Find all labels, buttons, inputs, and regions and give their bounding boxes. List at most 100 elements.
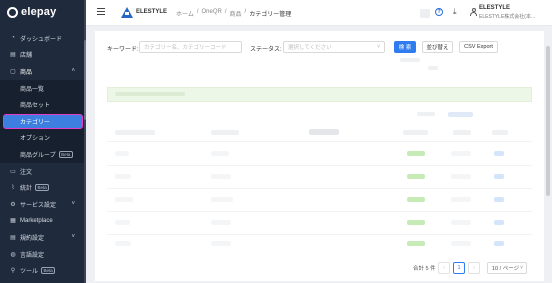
blurred-content [451,241,471,246]
sidebar-item-stats[interactable]: ⌇ 統計 Beta [0,179,84,196]
chevron-down-icon: ˅ [377,44,380,50]
sidebar-item-terms[interactable]: ▤ 規約設定 ˅ [0,229,84,246]
sidebar-item-language[interactable]: ◍ 言語設定 [0,246,84,263]
sidebar-item-label: サービス設定 [20,202,57,209]
user-org: ELESTYLE株式会社(本... [479,14,536,20]
blurred-content [451,220,471,225]
sidebar-item-service-settings[interactable]: ⚙ サービス設定 ˅ [0,196,84,213]
user-icon[interactable] [470,8,477,16]
blurred-content [451,174,471,179]
row-divider [107,141,532,142]
keyword-input[interactable]: カテゴリー名、カテゴリーコード [139,41,242,53]
sidebar-item-label: 規約設定 [20,235,45,242]
row-divider [107,165,532,166]
page-size-select[interactable]: 10 / ページ ˅ [487,262,527,274]
page-scrollbar[interactable] [546,26,550,283]
filter-bar: キーワード: カテゴリー名、カテゴリーコード ステータス: 選択してください ˅… [95,31,544,63]
sidebar-item-label: ダッシュボード [20,36,63,43]
breadcrumb: ホーム / OneQR / 商品 / カテゴリー管理 [176,9,292,18]
breadcrumb-home[interactable]: ホーム [176,9,194,18]
sidebar-item-label: 店舗 [20,53,33,60]
sidebar-item-category[interactable]: カテゴリー [0,112,84,130]
tool-icon: ⚲ [10,268,16,275]
blurred-content [309,129,339,135]
sidebar-item-tools[interactable]: ⚲ ツール Beta [0,262,84,279]
blurred-content [115,197,133,202]
sidebar-item-product-list[interactable]: 商品一覧 [0,79,84,97]
row-divider [107,234,532,235]
chevron-down-icon: ˅ [71,201,75,208]
main-content: キーワード: カテゴリー名、カテゴリーコード ステータス: 選択してください ˅… [95,31,544,281]
sidebar-item-product-set[interactable]: 商品セット [0,96,84,113]
status-label: ステータス: [250,47,282,53]
order-icon: ▭ [10,168,16,175]
blurred-action-pill [494,220,504,225]
sidebar-item-options[interactable]: オプション [0,129,84,147]
blurred-action-pill [494,174,504,179]
sidebar-item-label: ツール [20,269,39,276]
blurred-content [211,151,229,156]
blurred-status-pill [407,151,425,156]
user-name[interactable]: ELESTYLE [479,5,510,11]
sidebar-item-label: Marketplace [20,217,53,224]
blurred-content [115,220,130,225]
blurred-content [211,130,239,135]
org-name: ELESTYLE [136,9,168,15]
blurred-content [400,58,420,62]
sidebar-item-label: 商品一覧 [20,86,45,93]
keyword-label: キーワード: [107,47,139,53]
sidebar-item-product-group[interactable]: 商品グループ Beta [0,146,84,163]
blurred-content [451,151,471,156]
sidebar-item-label: オプション [20,136,51,143]
blurred-content [451,197,471,202]
chevron-down-icon: ˅ [71,234,75,241]
blurred-status-pill [407,241,425,246]
header-placeholder [420,9,430,18]
status-select-placeholder: 選択してください [288,45,332,51]
elepay-logo-icon [7,6,18,18]
sidebar-item-label: 言語設定 [20,252,45,259]
blurred-content [211,241,231,246]
csv-export-button[interactable]: CSV Export [459,41,498,53]
dashboard-icon: ◔ [11,35,15,42]
sidebar-item-dashboard[interactable]: ◔ ダッシュボード [0,30,84,47]
blurred-content [115,92,185,96]
download-icon[interactable]: ⤓ [453,7,457,17]
help-icon[interactable]: ? [435,8,443,16]
brand-logo[interactable]: elepay [7,6,56,18]
sidebar-item-orders[interactable]: ▭ 注文 [0,163,84,180]
pagination-page-1[interactable]: 1 [453,262,465,274]
pagination-total: 合計 5 件 [413,266,436,272]
page-size-value: 10 / ページ [492,266,520,272]
sort-button[interactable]: 並び替え [422,41,453,53]
sidebar-item-marketplace[interactable]: ▦ Marketplace [0,213,84,230]
sidebar: elepay ◔ ダッシュボード ▤ 店舗 ▢ 商品 ˄ 商品一覧 商品セット … [0,0,86,283]
breadcrumb-current: カテゴリー管理 [249,12,292,18]
sidebar-scrollbar-thumb[interactable] [84,40,86,120]
sidebar-item-products[interactable]: ▢ 商品 ˄ [0,63,84,80]
top-header: ELESTYLE ホーム / OneQR / 商品 / カテゴリー管理 ? ⤓ … [86,0,552,26]
blurred-status-pill [407,220,425,225]
row-divider [107,211,532,212]
blurred-content [115,151,129,156]
store-icon: ▤ [10,52,16,59]
stats-icon: ⌇ [11,185,15,192]
sidebar-item-store[interactable]: ▤ 店舗 [0,47,84,64]
blurred-action-pill [494,197,504,202]
language-icon: ◍ [10,251,16,258]
org-logo-icon [121,7,133,18]
page-scrollbar-thumb[interactable] [546,46,550,196]
pagination-next[interactable]: › [468,262,480,274]
sidebar-item-label: 商品セット [20,103,51,110]
marketplace-icon: ▦ [10,218,16,225]
status-select[interactable]: 選択してください ˅ [283,41,385,53]
sidebar-item-label: カテゴリー [20,119,51,126]
breadcrumb-oneqr[interactable]: OneQR [202,9,222,18]
pagination-prev[interactable]: ‹ [438,262,450,274]
blurred-content [428,66,438,70]
menu-toggle-icon[interactable] [97,8,105,16]
search-button[interactable]: 検 索 [394,41,416,53]
breadcrumb-products[interactable]: 商品 [230,9,242,18]
blurred-content [492,130,508,135]
blurred-content [115,174,131,179]
